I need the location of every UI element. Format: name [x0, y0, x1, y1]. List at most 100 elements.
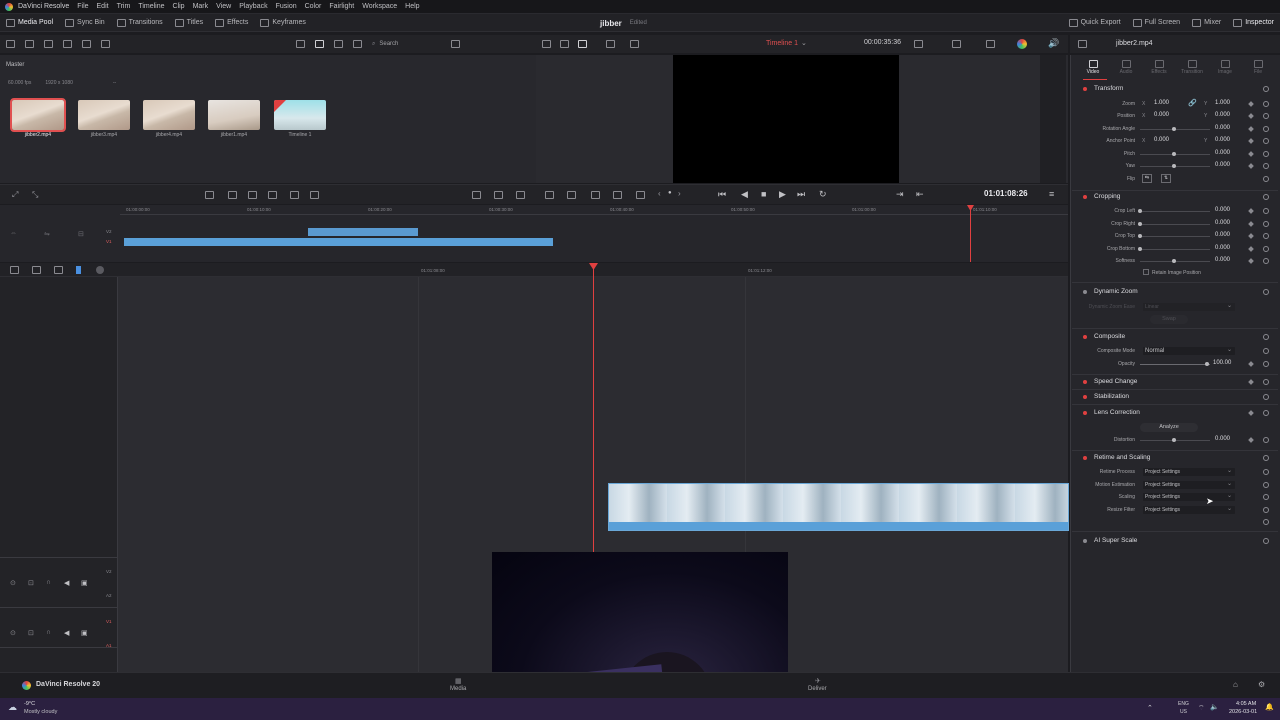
- toolbar-button[interactable]: Media Pool: [0, 14, 59, 32]
- section-transform[interactable]: Transform: [1094, 85, 1123, 92]
- snap-icon[interactable]: [205, 191, 214, 199]
- transform-enable-dot[interactable]: [1083, 87, 1087, 91]
- reset-icon[interactable]: [1263, 101, 1269, 107]
- slider-knob[interactable]: [1138, 222, 1142, 226]
- menu-item[interactable]: File: [77, 3, 88, 10]
- inspector-toggle-icon[interactable]: [1078, 40, 1087, 48]
- import-icon[interactable]: [63, 40, 72, 48]
- menu-item[interactable]: Edit: [97, 3, 109, 10]
- softness-value[interactable]: 0.000: [1215, 257, 1230, 263]
- zoom-full-icon[interactable]: [32, 266, 41, 274]
- reset-icon[interactable]: [1263, 334, 1269, 340]
- opacity-slider[interactable]: [1140, 364, 1210, 365]
- stop-icon[interactable]: ■: [761, 189, 766, 199]
- reset-icon[interactable]: [1263, 176, 1269, 182]
- reset-icon[interactable]: [1263, 233, 1269, 239]
- next-frame-icon[interactable]: ⇥: [896, 189, 904, 200]
- section-ai-super-scale[interactable]: AI Super Scale: [1094, 537, 1137, 544]
- view-thumb-icon[interactable]: [296, 40, 305, 48]
- scaling-dropdown[interactable]: Project Settings: [1143, 492, 1235, 501]
- menu-item[interactable]: Timeline: [138, 3, 164, 10]
- weather-icon[interactable]: ☁: [8, 702, 17, 713]
- menu-item[interactable]: Help: [405, 3, 419, 10]
- page-deliver[interactable]: Deliver: [808, 686, 827, 692]
- reset-icon[interactable]: [1263, 163, 1269, 169]
- reset-icon[interactable]: [1263, 538, 1269, 544]
- clip-name[interactable]: Timeline 1: [270, 132, 330, 138]
- reset-icon[interactable]: [1263, 507, 1269, 513]
- viewer-screen[interactable]: [673, 55, 899, 183]
- prev-frame-icon[interactable]: ⇤: [916, 189, 924, 200]
- upper-playhead[interactable]: [970, 205, 971, 262]
- v2-speaker-icon[interactable]: ◀: [64, 579, 69, 587]
- extract-icon[interactable]: [494, 191, 503, 199]
- reset-icon[interactable]: [1263, 258, 1269, 264]
- view-detail-icon[interactable]: [353, 40, 362, 48]
- audio-scrub-icon[interactable]: [636, 191, 645, 199]
- trim-icon[interactable]: [516, 191, 525, 199]
- loop-icon[interactable]: ↻: [819, 189, 827, 200]
- sort-icon[interactable]: [451, 40, 461, 48]
- distortion-value[interactable]: 0.000: [1215, 436, 1230, 442]
- timeline-clip-v1[interactable]: [608, 483, 1069, 531]
- v1-lock-icon[interactable]: ⊙: [10, 629, 16, 637]
- clip-name[interactable]: jibber2.mp4: [8, 132, 68, 138]
- slider-knob[interactable]: [1172, 127, 1176, 131]
- toolbar-button[interactable]: Effects: [209, 14, 254, 32]
- slider-knob[interactable]: [1138, 247, 1142, 251]
- overwrite-icon[interactable]: ⤡: [32, 190, 38, 200]
- yaw-value[interactable]: 0.000: [1215, 162, 1230, 168]
- mini-fit-icon[interactable]: ⊟: [78, 230, 84, 238]
- jkl-prev-icon[interactable]: ‹: [658, 189, 661, 198]
- retain-checkbox[interactable]: [1143, 269, 1149, 275]
- transform-icon[interactable]: [986, 40, 995, 48]
- color-icon[interactable]: [1017, 39, 1027, 49]
- reset-icon[interactable]: [1263, 519, 1269, 525]
- viewer-overlay-icon[interactable]: [606, 40, 615, 48]
- blade-tool-icon[interactable]: [591, 191, 600, 199]
- menu-item[interactable]: Fairlight: [329, 3, 354, 10]
- position-y-value[interactable]: 0.000: [1215, 112, 1230, 118]
- volume-icon[interactable]: 🔊: [1048, 38, 1059, 49]
- flip-vertical-icon[interactable]: ⇅: [1161, 174, 1171, 183]
- reset-icon[interactable]: [1263, 361, 1269, 367]
- toolbar-button[interactable]: Sync Bin: [59, 14, 111, 32]
- v2-link-icon[interactable]: ⊡: [28, 579, 34, 587]
- reset-icon[interactable]: [1263, 246, 1269, 252]
- inspector-tab[interactable]: File: [1242, 60, 1274, 75]
- menu-item[interactable]: Color: [305, 3, 322, 10]
- toolbar-button[interactable]: Keyframes: [254, 14, 311, 32]
- dynamic-trim-icon[interactable]: [613, 191, 622, 199]
- section-retime-scaling[interactable]: Retime and Scaling: [1094, 454, 1150, 461]
- lens-correction-enable-dot[interactable]: [1083, 411, 1087, 415]
- timeline-options-icon[interactable]: [545, 191, 554, 199]
- play-icon[interactable]: ▶: [779, 189, 786, 200]
- v2-video-icon[interactable]: ▣: [81, 579, 88, 587]
- timeline-settings-icon[interactable]: [96, 266, 104, 274]
- swap-button[interactable]: Swap: [1150, 315, 1188, 324]
- menu-item[interactable]: Fusion: [276, 3, 297, 10]
- ripple-icon[interactable]: [248, 191, 257, 199]
- toolbar-button[interactable]: Quick Export: [1063, 14, 1127, 32]
- playhead[interactable]: [593, 264, 594, 554]
- zoom-x-value[interactable]: 1.000: [1154, 100, 1169, 106]
- opacity-value[interactable]: 100.00: [1213, 360, 1231, 366]
- clip-thumbnail[interactable]: [143, 100, 195, 130]
- replace-icon[interactable]: [290, 191, 299, 199]
- reset-icon[interactable]: [1263, 455, 1269, 461]
- slider-knob[interactable]: [1138, 234, 1142, 238]
- clip-thumbnail[interactable]: [274, 100, 326, 130]
- menu-item[interactable]: Clip: [173, 3, 185, 10]
- inspector-tab[interactable]: Audio: [1110, 60, 1142, 75]
- slider-knob[interactable]: [1172, 438, 1176, 442]
- source-overwrite-icon[interactable]: [310, 191, 319, 199]
- section-lens-correction[interactable]: Lens Correction: [1094, 409, 1140, 416]
- flip-horizontal-icon[interactable]: ⇆: [1142, 174, 1152, 183]
- place-top-icon[interactable]: [268, 191, 277, 199]
- anchor-y-value[interactable]: 0.000: [1215, 137, 1230, 143]
- media-page-icon[interactable]: ▦: [455, 677, 462, 685]
- reset-icon[interactable]: [1263, 126, 1269, 132]
- anchor-x-value[interactable]: 0.000: [1154, 137, 1169, 143]
- reset-icon[interactable]: [1263, 494, 1269, 500]
- crop-bottom-value[interactable]: 0.000: [1215, 245, 1230, 251]
